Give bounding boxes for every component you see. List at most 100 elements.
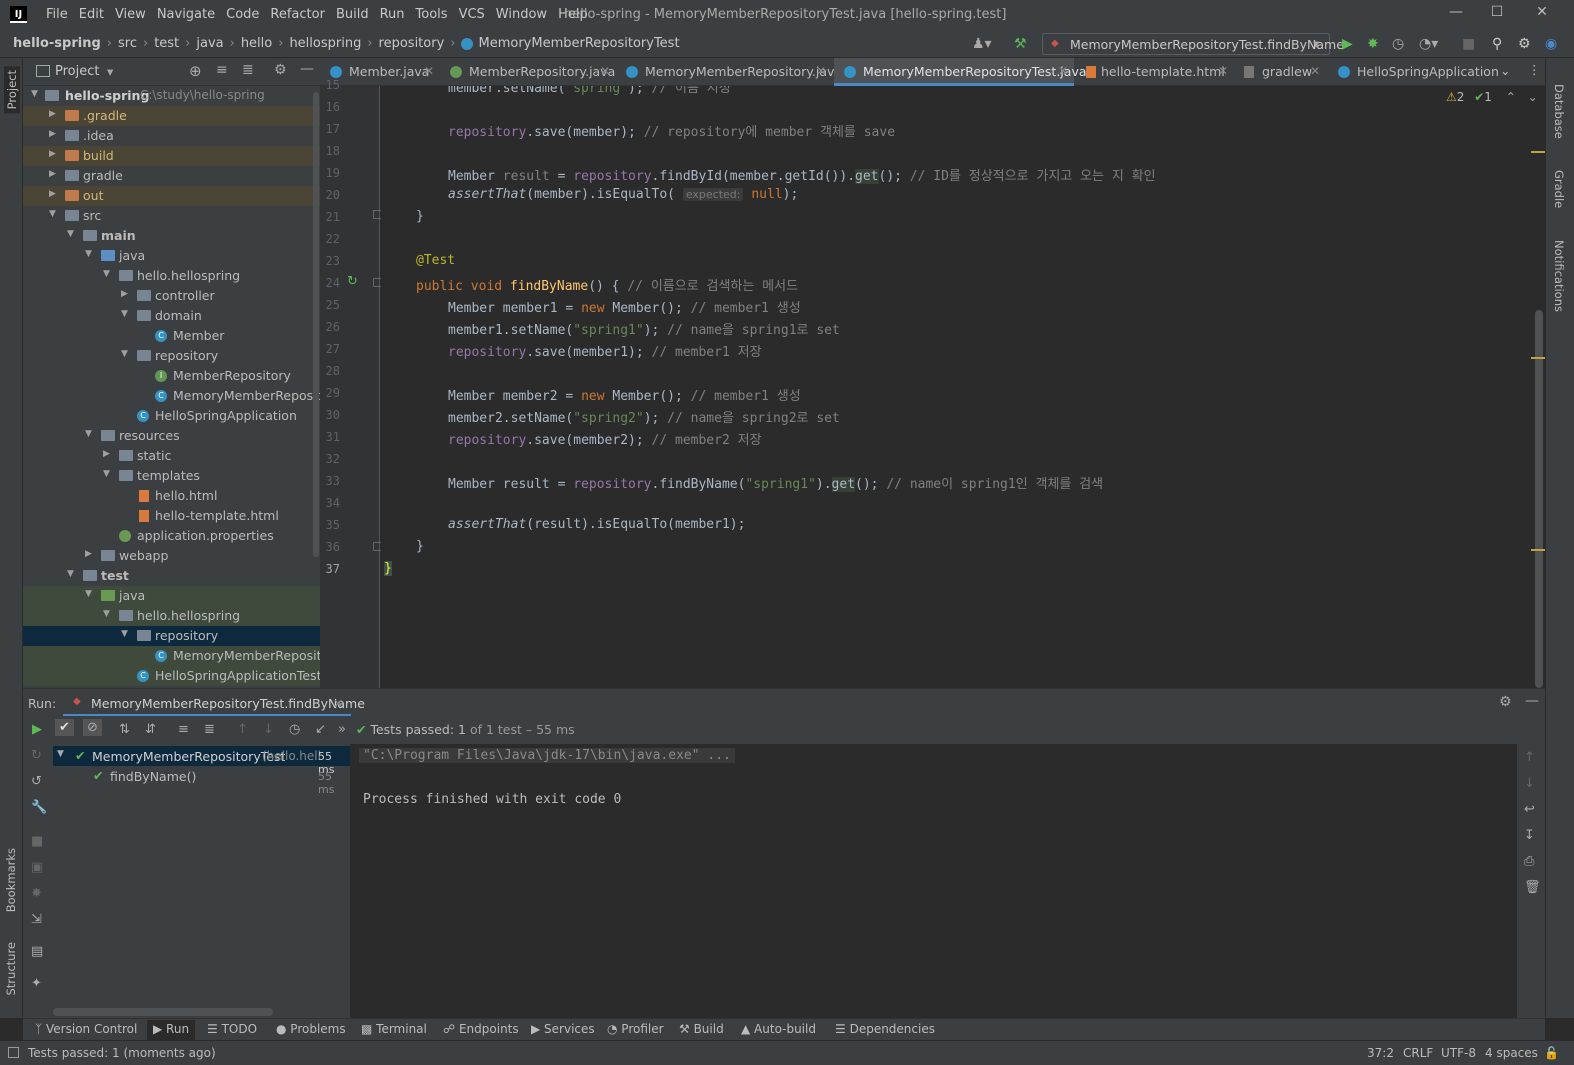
tree-node[interactable]: ▶ static: [23, 446, 320, 466]
tree-node[interactable]: CMemoryMemberRepository: [23, 386, 320, 406]
tree-node[interactable]: ▶ gradle: [23, 166, 320, 186]
menu-file[interactable]: File: [46, 7, 68, 22]
menu-tools[interactable]: Tools: [416, 7, 448, 22]
menu-view[interactable]: View: [115, 7, 146, 22]
show-passed-icon[interactable]: ✔: [55, 719, 74, 736]
gear-icon[interactable]: ⚙: [1499, 694, 1512, 710]
previous-test-icon[interactable]: ↑: [237, 722, 248, 737]
breadcrumb-item[interactable]: hellospring: [289, 36, 361, 51]
close-icon[interactable]: ✕: [1218, 64, 1228, 78]
next-test-icon[interactable]: ↓: [263, 722, 274, 737]
menu-vcs[interactable]: VCS: [459, 7, 485, 22]
close-icon[interactable]: ✕: [424, 64, 434, 78]
collapse-all-icon[interactable]: ≣: [242, 62, 254, 78]
tree-node[interactable]: ▶ webapp: [23, 546, 320, 566]
profiler-button[interactable]: ◔ Profiler: [607, 1022, 664, 1036]
tab-gradlew[interactable]: gradlew ✕: [1234, 58, 1326, 86]
tab-member-repository-java[interactable]: MemberRepository.java ✕: [440, 58, 616, 86]
show-ignored-icon[interactable]: ⊘: [83, 719, 102, 736]
breadcrumb-item[interactable]: java: [196, 36, 223, 51]
indent-setting[interactable]: 4 spaces: [1485, 1046, 1538, 1060]
debug-icon[interactable]: ✸: [1367, 36, 1379, 52]
run-tree-scrollbar[interactable]: [53, 1008, 273, 1016]
toolbox-icon[interactable]: ◉: [1545, 36, 1557, 52]
menu-refactor[interactable]: Refactor: [270, 7, 325, 22]
close-icon[interactable]: ✕: [333, 696, 343, 711]
search-icon[interactable]: ⚲: [1492, 36, 1502, 52]
rerun-failed-icon[interactable]: ↻: [31, 748, 42, 763]
tab-memory-member-repository-java[interactable]: MemoryMemberRepository.java ✕: [616, 58, 842, 86]
run-tool-button[interactable]: ▶ Run: [147, 1020, 196, 1040]
menu-navigate[interactable]: Navigate: [157, 7, 215, 22]
tree-node[interactable]: C HelloSpringApplicationTests: [23, 666, 320, 686]
toggle-auto-test-icon[interactable]: ↺: [31, 774, 42, 789]
close-icon[interactable]: ✕: [1532, 4, 1552, 24]
trash-icon[interactable]: 🗑: [1524, 880, 1541, 895]
tree-node[interactable]: hello.html: [23, 486, 320, 506]
problems-button[interactable]: ● Problems: [276, 1022, 346, 1036]
more-icon[interactable]: »: [338, 722, 346, 737]
gear-icon[interactable]: ⚙: [1518, 36, 1531, 52]
todo-button[interactable]: ☰ TODO: [207, 1022, 257, 1036]
hide-panel-icon[interactable]: —: [1525, 693, 1539, 709]
tree-node[interactable]: ▼ domain: [23, 306, 320, 326]
warning-stripe-mark[interactable]: [1531, 357, 1545, 359]
tree-node[interactable]: ▶ out: [23, 186, 320, 206]
tree-node[interactable]: ▼ repository: [23, 346, 320, 366]
warning-stripe-mark[interactable]: [1531, 549, 1545, 551]
tree-node[interactable]: ▼ templates: [23, 466, 320, 486]
run-configuration-select[interactable]: ◆ MemoryMemberRepositoryTest.findByName …: [1042, 33, 1344, 55]
tree-node[interactable]: ▼ src: [23, 206, 320, 226]
close-icon[interactable]: ✕: [1310, 64, 1320, 78]
tree-node[interactable]: C HelloSpringApplication: [23, 406, 320, 426]
tree-node-root[interactable]: ▼ hello-spring C:\study\hello-spring: [23, 86, 320, 106]
close-icon[interactable]: ✕: [600, 64, 610, 78]
pin-icon[interactable]: ✦: [31, 976, 42, 991]
gear-icon[interactable]: ⚙: [274, 62, 287, 78]
status-message[interactable]: Tests passed: 1 (moments ago): [28, 1046, 216, 1060]
tab-memory-member-repository-test-java[interactable]: MemoryMemberRepositoryTest.java ✕: [834, 58, 1087, 86]
tree-node[interactable]: hello-template.html: [23, 506, 320, 526]
print-icon[interactable]: ⎙: [1524, 854, 1534, 869]
tree-node[interactable]: ▼ test: [23, 566, 320, 586]
run-tab[interactable]: ◆ MemoryMemberRepositoryTest.findByName …: [63, 689, 365, 717]
notifications-tool-button[interactable]: Notifications: [1552, 240, 1566, 312]
tree-node[interactable]: I MemberRepository: [23, 366, 320, 386]
menu-build[interactable]: Build: [336, 7, 369, 22]
version-control-button[interactable]: ᛉ Version Control: [35, 1022, 137, 1036]
tree-node[interactable]: C Member: [23, 326, 320, 346]
services-button[interactable]: ▶ Services: [531, 1022, 595, 1036]
bookmarks-tool-button[interactable]: Bookmarks: [4, 848, 18, 912]
console-output[interactable]: "C:\Program Files\Java\jdk-17\bin\java.e…: [351, 744, 1517, 1018]
close-icon[interactable]: ✕: [1058, 64, 1068, 78]
breadcrumb-item[interactable]: src: [118, 36, 137, 51]
project-panel-title[interactable]: Project: [55, 64, 99, 79]
breadcrumb-item[interactable]: MemoryMemberRepositoryTest: [478, 36, 679, 51]
tree-node[interactable]: ▶ .idea: [23, 126, 320, 146]
exit-icon[interactable]: ⇲: [31, 912, 42, 927]
database-tool-button[interactable]: Database: [1552, 84, 1566, 139]
breadcrumb-item[interactable]: test: [154, 36, 179, 51]
import-tests-icon[interactable]: ↙: [315, 722, 326, 737]
lock-icon[interactable]: 🔓: [1544, 1046, 1559, 1060]
collapse-all-icon[interactable]: ≣: [204, 722, 215, 737]
tab-hello-spring-application-java[interactable]: HelloSpringApplication.jav: [1328, 58, 1498, 86]
next-highlight-icon[interactable]: ⌄: [1528, 90, 1538, 104]
camera-icon[interactable]: ▣: [31, 860, 43, 875]
tree-node[interactable]: ▼ hello.hellospring: [23, 266, 320, 286]
minimize-icon[interactable]: —: [1446, 4, 1466, 24]
build-hammer-icon[interactable]: ⚒: [1014, 36, 1027, 52]
tree-node[interactable]: ▼ main: [23, 226, 320, 246]
expand-all-icon[interactable]: ≡: [216, 62, 228, 78]
scroll-to-end-icon[interactable]: ↧: [1524, 828, 1535, 843]
tree-node[interactable]: ▼ java: [23, 586, 320, 606]
wrench-icon[interactable]: 🔧: [31, 800, 47, 815]
structure-tool-button[interactable]: Structure: [4, 942, 18, 996]
inspection-widget[interactable]: ⚠2 ✔1 ⌃ ⌄: [1446, 90, 1538, 104]
more-icon[interactable]: ⋮: [1528, 62, 1541, 77]
layout-icon[interactable]: ▤: [31, 944, 43, 959]
build-button[interactable]: ⚒ Build: [679, 1022, 724, 1036]
project-scrollbar[interactable]: [313, 92, 319, 557]
file-encoding[interactable]: UTF-8: [1441, 1046, 1476, 1060]
sort-by-duration-icon[interactable]: ⇵: [145, 722, 156, 737]
